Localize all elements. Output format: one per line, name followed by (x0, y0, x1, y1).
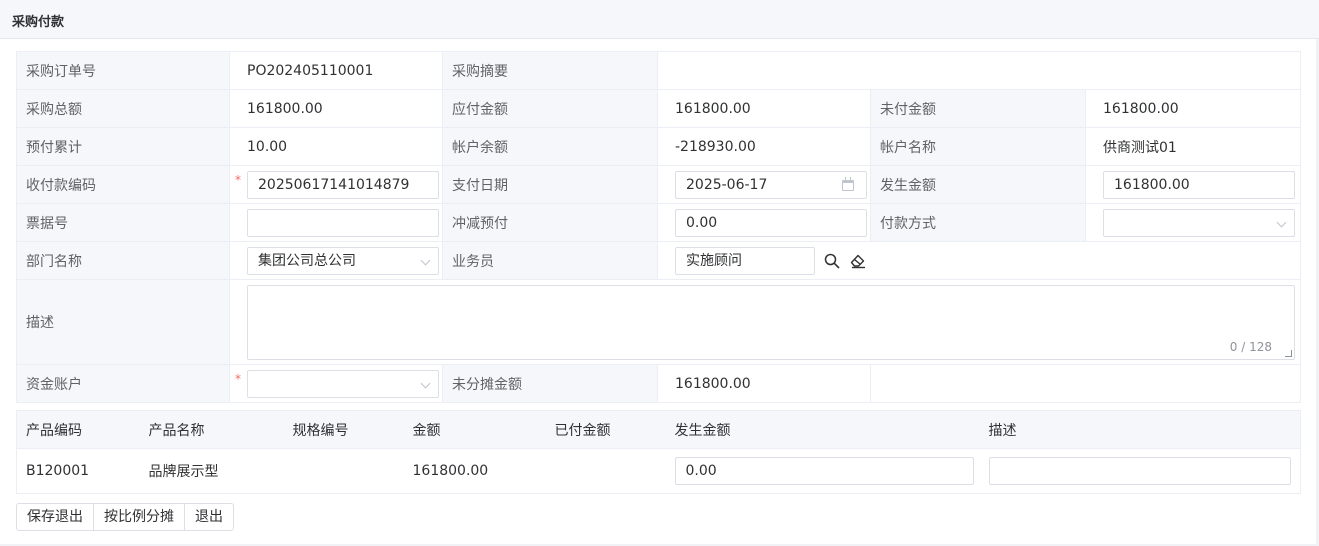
pay-date-label: 支付日期 (442, 165, 658, 204)
total-value: 161800.00 (229, 89, 443, 128)
chevron-down-icon (420, 255, 431, 266)
pay-method-cell (1085, 203, 1301, 242)
save-exit-button[interactable]: 保存退出 (16, 503, 94, 531)
fund-account-select[interactable] (247, 370, 439, 398)
account-name-label: 帐户名称 (870, 127, 1086, 166)
table-row: B120001 品牌展示型 161800.00 0.00 (16, 448, 1301, 494)
order-no-value: PO202405110001 (229, 51, 443, 90)
salesman-label: 业务员 (442, 241, 658, 280)
payment-form: 采购订单号 PO202405110001 采购摘要 采购总额 161800.00… (16, 51, 1301, 403)
col-header-spec: 规格编号 (283, 410, 404, 449)
row-code: B120001 (16, 448, 140, 494)
col-header-name: 产品名称 (139, 410, 284, 449)
desc-textarea[interactable]: 0 / 128 (247, 285, 1295, 360)
desc-cell: 0 / 128 (229, 279, 1301, 365)
dept-value: 集团公司总公司 (258, 253, 356, 269)
chevron-down-icon (1276, 217, 1287, 228)
payment-code-label: 收付款编码 (16, 165, 230, 204)
col-header-amount: 金额 (403, 410, 546, 449)
payable-value: 161800.00 (657, 89, 871, 128)
prepaid-label: 预付累计 (16, 127, 230, 166)
empty-cell (870, 364, 1301, 403)
required-mark: * (235, 173, 241, 187)
row-occur-cell: 0.00 (665, 448, 980, 494)
desc-char-counter: 0 / 128 (1229, 340, 1272, 354)
balance-value: -218930.00 (657, 127, 871, 166)
product-detail-table: 产品编码 产品名称 规格编号 金额 已付金额 发生金额 描述 B120001 品… (16, 410, 1301, 494)
fund-account-cell: * (229, 364, 443, 403)
unpaid-label: 未付金额 (870, 89, 1086, 128)
dept-label: 部门名称 (16, 241, 230, 280)
order-no-label: 采购订单号 (16, 51, 230, 90)
col-header-occur: 发生金额 (665, 410, 980, 449)
payment-panel: 采购订单号 PO202405110001 采购摘要 采购总额 161800.00… (0, 39, 1316, 544)
row-amount: 161800.00 (403, 448, 546, 494)
pay-date-value: 2025-06-17 (686, 177, 768, 193)
chevron-down-icon (420, 378, 431, 389)
dept-cell: 集团公司总公司 (229, 241, 443, 280)
page-header: 采购付款 (0, 0, 1319, 39)
required-mark: * (235, 372, 241, 386)
amount-cell: 161800.00 (1085, 165, 1301, 204)
pay-date-picker[interactable]: 2025-06-17 (675, 171, 867, 199)
account-name-value: 供商测试01 (1085, 127, 1301, 166)
table-header-row: 产品编码 产品名称 规格编号 金额 已付金额 发生金额 描述 (16, 410, 1301, 449)
unalloc-value: 161800.00 (657, 364, 871, 403)
page-title: 采购付款 (12, 15, 65, 30)
salesman-cell: 实施顾问 (657, 241, 1301, 280)
unpaid-value: 161800.00 (1085, 89, 1301, 128)
bill-no-label: 票据号 (16, 203, 230, 242)
row-desc-input[interactable] (988, 457, 1291, 485)
summary-label: 采购摘要 (442, 51, 658, 90)
bill-no-input[interactable] (247, 209, 439, 237)
summary-value (657, 51, 1301, 90)
amount-input[interactable]: 161800.00 (1103, 171, 1295, 199)
eraser-icon[interactable] (849, 252, 866, 269)
row-desc-cell (979, 448, 1301, 494)
dept-select[interactable]: 集团公司总公司 (247, 247, 439, 275)
exit-button[interactable]: 退出 (184, 503, 234, 531)
unalloc-label: 未分摊金额 (442, 364, 658, 403)
bill-no-cell (229, 203, 443, 242)
total-label: 采购总额 (16, 89, 230, 128)
balance-label: 帐户余额 (442, 127, 658, 166)
search-icon[interactable] (824, 253, 840, 269)
offset-cell: 0.00 (657, 203, 871, 242)
row-spec (283, 448, 404, 494)
row-occur-input[interactable]: 0.00 (674, 457, 974, 485)
calendar-icon (842, 177, 854, 191)
offset-input[interactable]: 0.00 (675, 209, 867, 237)
prepaid-value: 10.00 (229, 127, 443, 166)
amount-label: 发生金额 (870, 165, 1086, 204)
desc-label: 描述 (16, 279, 230, 365)
payment-code-input[interactable]: 20250617141014879 (247, 171, 439, 199)
fund-account-label: 资金账户 (16, 364, 230, 403)
salesman-input[interactable]: 实施顾问 (675, 247, 815, 275)
payable-label: 应付金额 (442, 89, 658, 128)
offset-label: 冲减预付 (442, 203, 658, 242)
pay-method-select[interactable] (1103, 209, 1295, 237)
allocate-button[interactable]: 按比例分摊 (93, 503, 185, 531)
action-button-group: 保存退出 按比例分摊 退出 (16, 503, 234, 531)
col-header-paid: 已付金额 (545, 410, 666, 449)
row-name: 品牌展示型 (139, 448, 284, 494)
row-paid (545, 448, 666, 494)
pay-method-label: 付款方式 (870, 203, 1086, 242)
pay-date-cell: 2025-06-17 (657, 165, 871, 204)
payment-code-cell: * 20250617141014879 (229, 165, 443, 204)
col-header-code: 产品编码 (16, 410, 140, 449)
col-header-desc: 描述 (979, 410, 1301, 449)
resize-handle-icon[interactable] (1285, 350, 1292, 357)
